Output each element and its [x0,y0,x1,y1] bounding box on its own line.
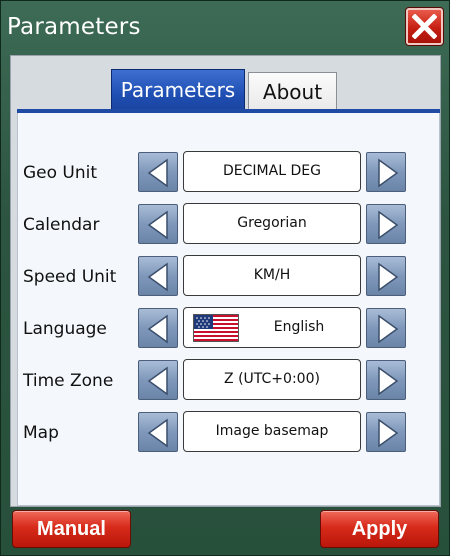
time-zone-label: Time Zone [23,371,114,391]
calendar-value: Gregorian [183,203,361,244]
time-zone-prev-button[interactable] [138,360,178,400]
us-flag-icon [193,314,239,342]
speed-unit-value: KM/H [183,255,361,296]
settings-panel: Parameters About Geo Unit DECIMAL DEG Ca… [10,55,441,507]
speed-unit-label: Speed Unit [23,267,117,287]
chevron-right-icon [378,366,399,396]
chevron-left-icon [147,158,168,188]
chevron-left-icon [147,314,168,344]
map-label: Map [23,423,59,443]
window-title: Parameters [7,14,141,40]
language-label: Language [23,319,107,339]
calendar-prev-button[interactable] [138,204,178,244]
chevron-right-icon [378,262,399,292]
row-calendar: Calendar Gregorian [18,203,441,246]
language-prev-button[interactable] [138,308,178,348]
chevron-left-icon [147,262,168,292]
row-map: Map Image basemap [18,411,441,454]
language-value: English [183,307,361,348]
time-zone-next-button[interactable] [366,360,406,400]
chevron-left-icon [147,366,168,396]
chevron-left-icon [147,210,168,240]
row-geo-unit: Geo Unit DECIMAL DEG [18,151,441,194]
close-button[interactable] [406,8,443,45]
chevron-right-icon [378,210,399,240]
apply-button[interactable]: Apply [320,510,439,548]
language-next-button[interactable] [366,308,406,348]
parameters-window: Parameters Parameters About Geo Unit DEC… [0,0,450,556]
chevron-left-icon [147,418,168,448]
map-next-button[interactable] [366,412,406,452]
calendar-label: Calendar [23,215,100,235]
title-bar: Parameters [1,1,450,51]
map-prev-button[interactable] [138,412,178,452]
parameters-content: Geo Unit DECIMAL DEG Calendar Gregorian … [17,113,440,506]
close-icon [412,14,437,39]
geo-unit-prev-button[interactable] [138,152,178,192]
geo-unit-next-button[interactable] [366,152,406,192]
time-zone-value: Z (UTC+0:00) [183,359,361,400]
calendar-next-button[interactable] [366,204,406,244]
speed-unit-prev-button[interactable] [138,256,178,296]
chevron-right-icon [378,418,399,448]
geo-unit-label: Geo Unit [23,163,98,183]
chevron-right-icon [378,314,399,344]
row-language: Language English [18,307,441,350]
map-value: Image basemap [183,411,361,452]
language-value-text: English [273,319,325,335]
geo-unit-value: DECIMAL DEG [183,151,361,192]
tab-about[interactable]: About [248,72,337,111]
row-speed-unit: Speed Unit KM/H [18,255,441,298]
speed-unit-next-button[interactable] [366,256,406,296]
row-time-zone: Time Zone Z (UTC+0:00) [18,359,441,402]
chevron-right-icon [378,158,399,188]
tab-parameters[interactable]: Parameters [111,69,245,111]
manual-button[interactable]: Manual [12,510,131,548]
